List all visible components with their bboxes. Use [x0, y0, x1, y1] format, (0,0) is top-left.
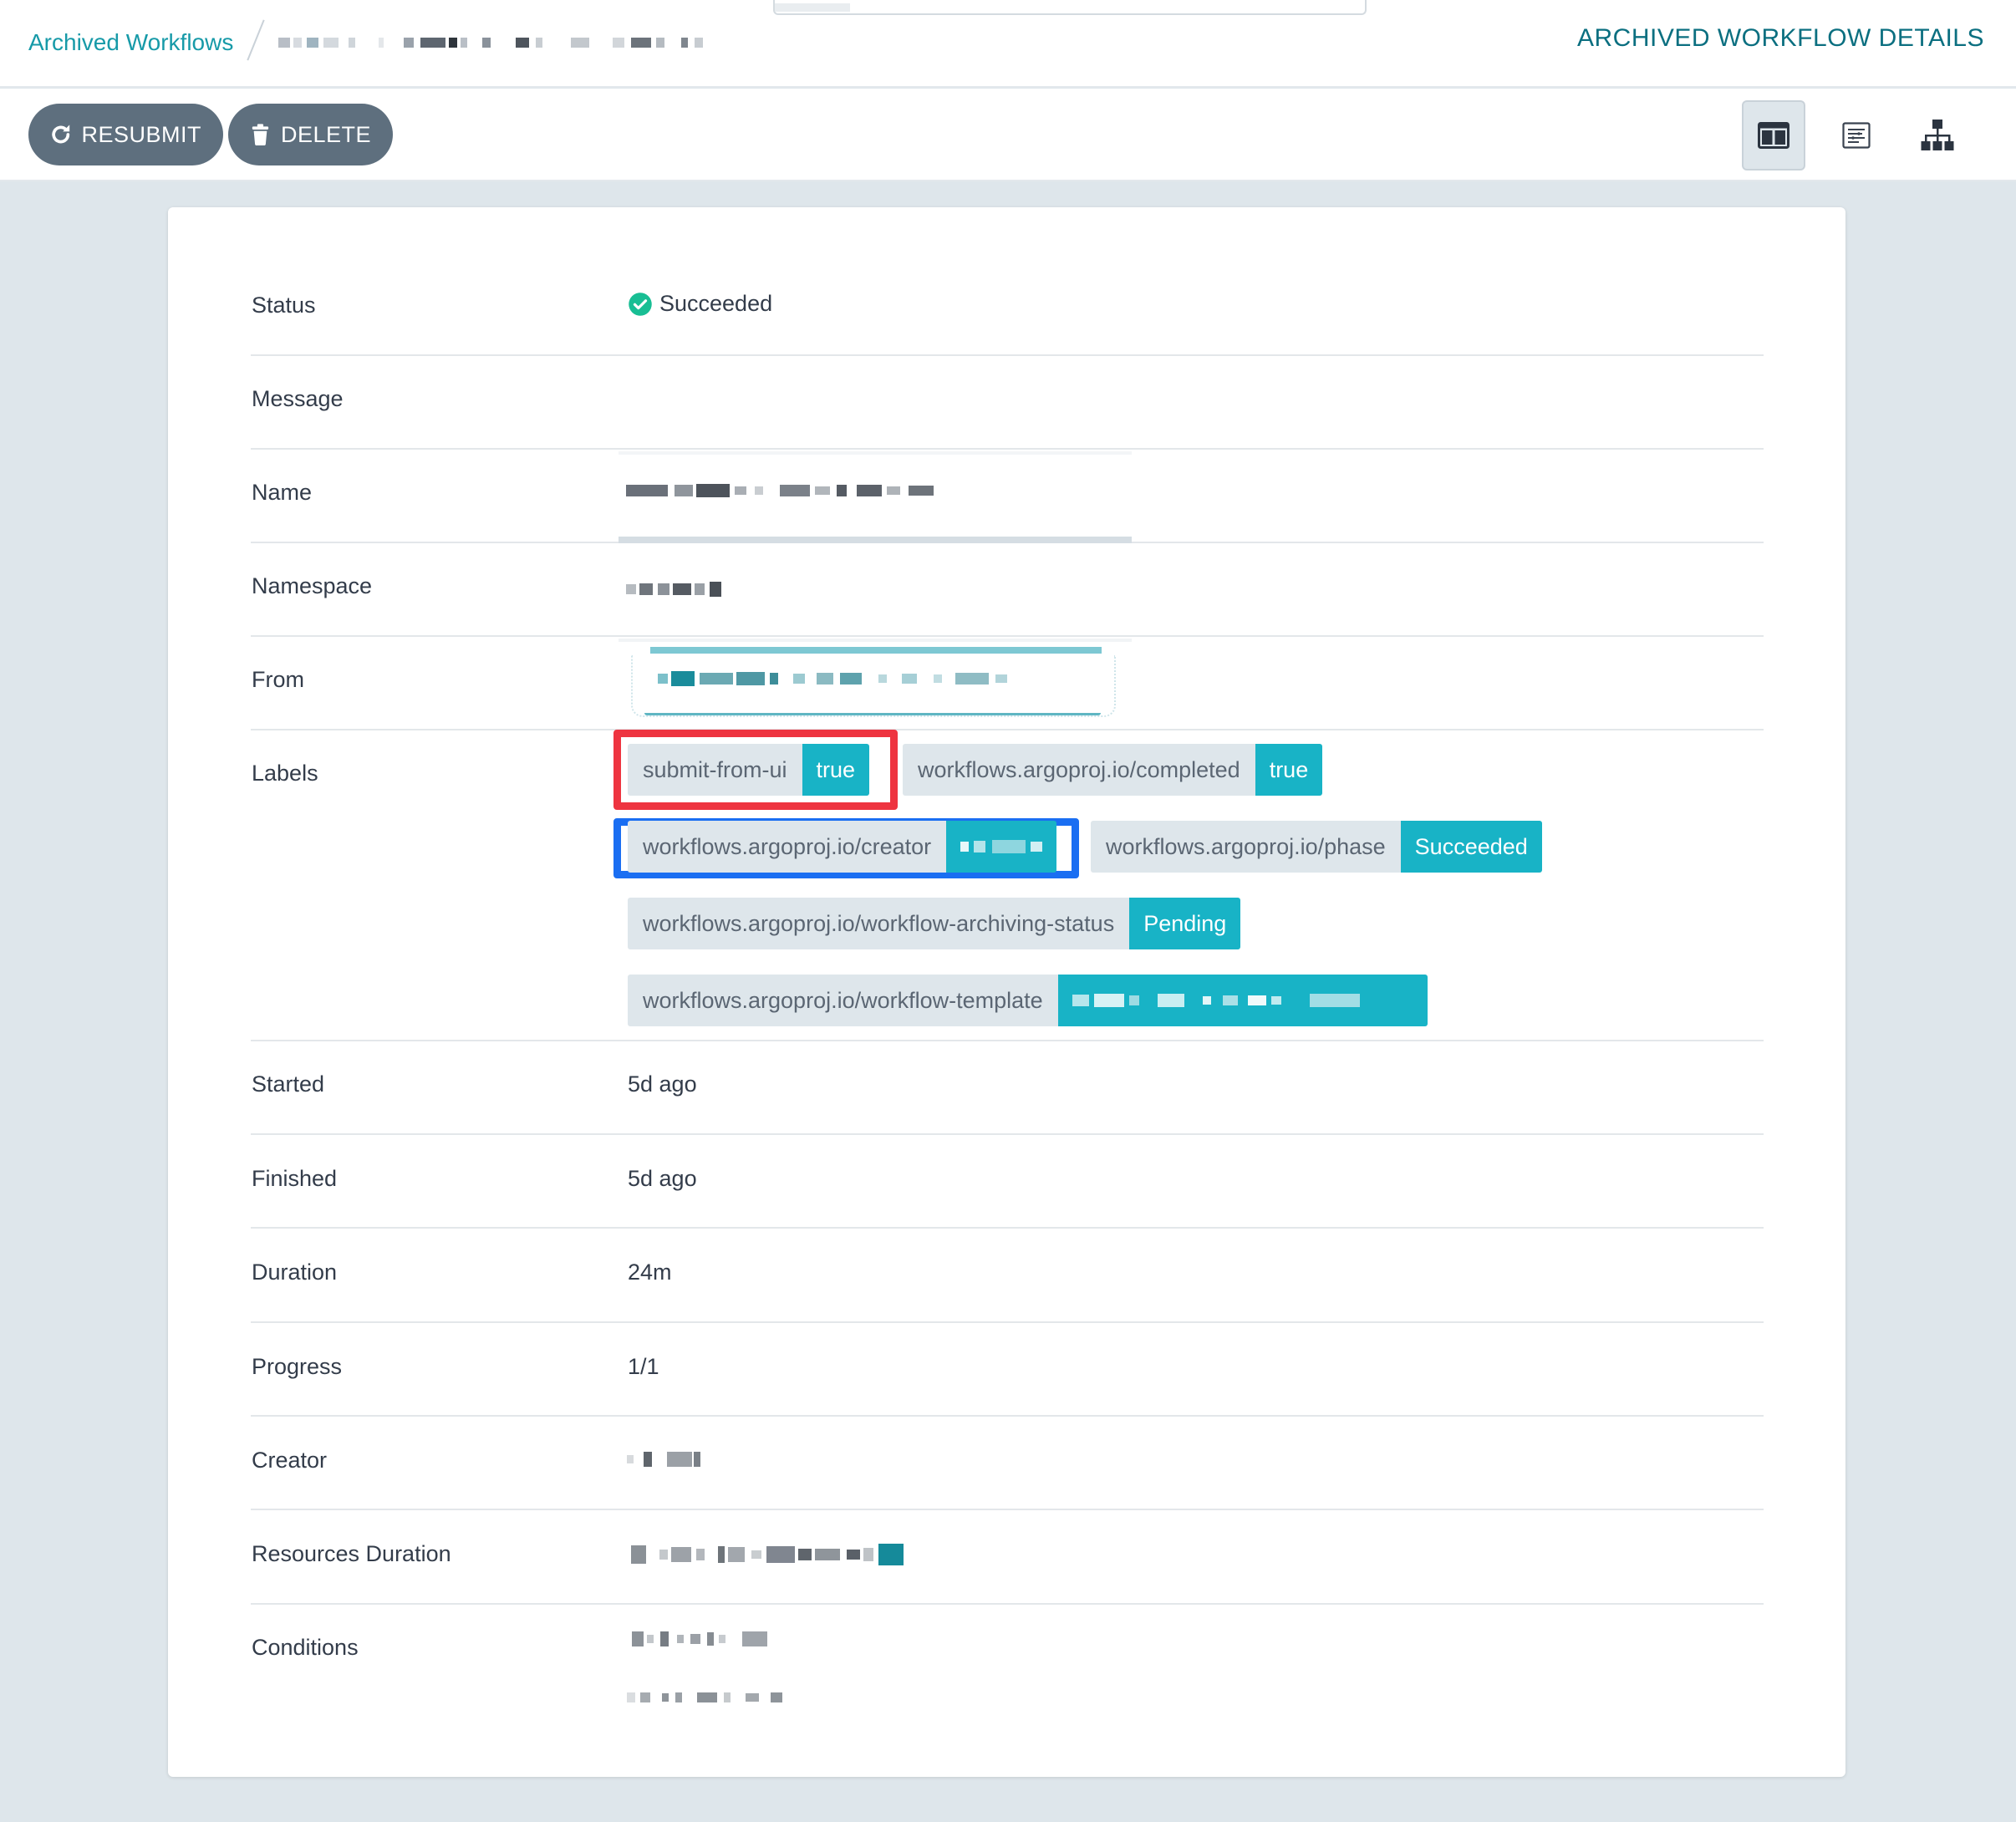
label-key: submit-from-ui: [628, 744, 802, 796]
conditions-value-line-2-redacted: [627, 1688, 782, 1707]
label-value-redacted: [1057, 975, 1428, 1026]
from-link-redacted[interactable]: [631, 655, 1116, 717]
top-bar: Archived Workflows ARCHIVED WORKFLOW DET…: [0, 0, 2016, 88]
finished-key: Finished: [252, 1166, 338, 1191]
label-key: workflows.argoproj.io/creator: [628, 821, 947, 873]
from-row: From: [251, 637, 1764, 730]
trash-icon: [252, 124, 269, 146]
breadcrumb-archived-workflows-link[interactable]: Archived Workflows: [28, 29, 233, 56]
resubmit-label: RESUBMIT: [81, 121, 201, 147]
label-chip: workflows.argoproj.io/creator: [628, 821, 1057, 873]
resubmit-button[interactable]: RESUBMIT: [28, 104, 223, 165]
label-key: workflows.argoproj.io/completed: [903, 744, 1255, 796]
creator-row: Creator: [251, 1417, 1764, 1510]
label-value: true: [1255, 744, 1323, 796]
message-row: Message: [251, 356, 1764, 450]
graph-tree-icon: [1921, 120, 1954, 150]
label-chip: submit-from-ui true: [628, 744, 870, 796]
resources-duration-value-redacted: [631, 1542, 904, 1567]
yaml-list-icon: [1842, 122, 1871, 149]
finished-row: Finished 5d ago: [251, 1135, 1764, 1229]
duration-key: Duration: [252, 1260, 338, 1285]
check-circle-icon: [629, 292, 652, 316]
workflow-summary-card: Status Succeeded Message Name Namespace …: [168, 207, 1845, 1777]
breadcrumb-redacted-workflow-name: [278, 30, 704, 55]
creator-value-redacted: [627, 1450, 700, 1468]
from-key: From: [252, 667, 304, 692]
breadcrumb-separator: [247, 19, 265, 61]
namespace-value-redacted: [626, 580, 721, 598]
status-row: Status Succeeded: [251, 271, 1764, 356]
label-key: workflows.argoproj.io/workflow-archiving…: [628, 898, 1130, 949]
label-key: workflows.argoproj.io/workflow-template: [628, 975, 1058, 1026]
started-key: Started: [252, 1071, 325, 1097]
action-toolbar: RESUBMIT DELETE: [0, 89, 2016, 181]
labels-row: Labels submit-from-ui true workflows.arg…: [251, 730, 1764, 1041]
finished-value: 5d ago: [628, 1166, 697, 1191]
label-value: Pending: [1129, 898, 1241, 949]
status-value: Succeeded: [628, 291, 772, 317]
columns-icon: [1758, 122, 1789, 149]
label-value: true: [802, 744, 870, 796]
yaml-view-toggle[interactable]: [1825, 100, 1888, 170]
labels-key: Labels: [252, 761, 318, 786]
page-title: ARCHIVED WORKFLOW DETAILS: [1577, 24, 1984, 52]
conditions-value-line-1-redacted: [632, 1630, 767, 1648]
name-value-redacted: [626, 481, 934, 500]
conditions-row: Conditions: [251, 1605, 1764, 1777]
started-row: Started 5d ago: [251, 1041, 1764, 1135]
resources-duration-key: Resources Duration: [252, 1541, 451, 1566]
creator-key: Creator: [252, 1448, 328, 1473]
label-value-redacted: [946, 821, 1057, 873]
delete-button[interactable]: DELETE: [228, 104, 393, 165]
duration-value: 24m: [628, 1260, 672, 1285]
graph-view-toggle[interactable]: [1906, 100, 1969, 170]
name-row: Name: [251, 450, 1764, 543]
progress-key: Progress: [252, 1354, 343, 1379]
namespace-row: Namespace: [251, 543, 1764, 637]
overlay-popup-edge: [773, 0, 1367, 15]
conditions-key: Conditions: [252, 1635, 359, 1660]
delete-label: DELETE: [280, 121, 371, 147]
label-chip: workflows.argoproj.io/phase Succeeded: [1091, 821, 1542, 873]
progress-row: Progress 1/1: [251, 1323, 1764, 1417]
label-value: Succeeded: [1400, 821, 1542, 873]
name-key: Name: [252, 480, 313, 505]
resources-duration-row: Resources Duration: [251, 1510, 1764, 1605]
message-key: Message: [252, 386, 344, 411]
label-chip: workflows.argoproj.io/workflow-template: [628, 975, 1428, 1026]
progress-value: 1/1: [628, 1354, 659, 1379]
status-text: Succeeded: [659, 291, 773, 316]
redo-icon: [52, 125, 70, 144]
label-chip: workflows.argoproj.io/workflow-archiving…: [628, 898, 1241, 949]
namespace-key: Namespace: [252, 573, 373, 598]
duration-row: Duration 24m: [251, 1229, 1764, 1323]
label-key: workflows.argoproj.io/phase: [1091, 821, 1401, 873]
breadcrumb: Archived Workflows: [28, 19, 704, 62]
status-key: Status: [252, 293, 316, 318]
summary-view-toggle[interactable]: [1742, 100, 1805, 170]
label-chip: workflows.argoproj.io/completed true: [903, 744, 1323, 796]
started-value: 5d ago: [628, 1071, 697, 1097]
